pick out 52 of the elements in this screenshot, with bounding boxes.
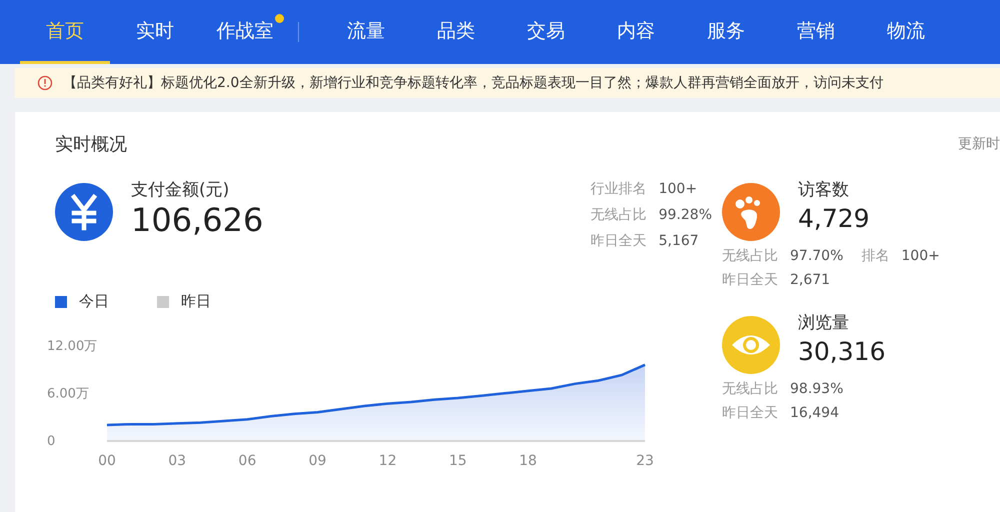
x-axis-label: 15 [448, 453, 467, 469]
footprint-icon [722, 183, 780, 241]
x-axis-label: 23 [636, 453, 654, 469]
stat-value: 98.93% [790, 380, 844, 399]
stat-label: 无线占比 [590, 206, 647, 225]
stat-label: 排名 [861, 247, 890, 266]
nav-tab[interactable]: 品类 [411, 0, 501, 64]
nav-tab[interactable]: 实时 [110, 0, 200, 64]
metric-label: 支付金额(元) [131, 179, 230, 201]
nav-tab[interactable]: 内容 [591, 0, 681, 64]
nav-tab[interactable]: 交易 [501, 0, 591, 64]
nav-tab[interactable]: 营销 [771, 0, 861, 64]
nav-tab[interactable]: 物流 [861, 0, 951, 64]
warning-icon [37, 75, 53, 91]
stat-value: 100+ [901, 247, 940, 266]
stat-label: 昨日全天 [590, 232, 647, 251]
stat-value: 100+ [658, 180, 698, 199]
stat-value: 2,671 [790, 271, 830, 290]
metric-label: 浏览量 [798, 312, 850, 334]
y-axis-label: 0 [47, 434, 56, 449]
stat-value: 16,494 [790, 404, 839, 423]
x-axis-label: 09 [308, 453, 326, 469]
x-axis-label: 03 [168, 453, 186, 469]
x-axis-label: 12 [378, 453, 397, 469]
yen-icon [55, 183, 113, 241]
stat-value: 97.70% [790, 247, 844, 266]
card-title: 实时概况 [55, 133, 127, 156]
stat-value: 5,167 [658, 232, 699, 251]
y-axis-label: 12.00万 [47, 339, 98, 354]
legend-label: 昨日 [181, 292, 211, 311]
stat-value: 99.28% [658, 206, 712, 225]
metric-value: 30,316 [798, 337, 886, 366]
nav-tab[interactable]: 首页 [20, 0, 110, 64]
update-time-label: 更新时 [958, 135, 1000, 153]
nav-tab[interactable]: 作战室 [200, 0, 290, 64]
nav-tab[interactable]: 流量 [321, 0, 411, 64]
stat-label: 无线占比 [722, 380, 778, 399]
metric-value: 4,729 [798, 204, 870, 233]
y-axis-label: 6.00万 [47, 386, 89, 402]
eye-icon [722, 316, 780, 374]
notice-text: 【品类有好礼】标题优化2.0全新升级，新增行业和竞争标题转化率，竞品标题表现一目了然；爆款人群再营销全面放开，访问未支付 [63, 74, 884, 92]
stat-label: 无线占比 [722, 247, 778, 266]
stat-label: 昨日全天 [722, 271, 778, 290]
x-axis-label: 00 [98, 453, 116, 469]
nav-tab[interactable]: 服务 [681, 0, 771, 64]
x-axis-label: 18 [519, 453, 537, 469]
metric-label: 访客数 [798, 179, 850, 201]
stat-label: 行业排名 [590, 180, 647, 199]
x-axis-label: 06 [238, 453, 256, 469]
stat-label: 昨日全天 [722, 404, 778, 423]
legend-label: 今日 [79, 292, 109, 311]
metric-value: 106,626 [131, 201, 264, 239]
